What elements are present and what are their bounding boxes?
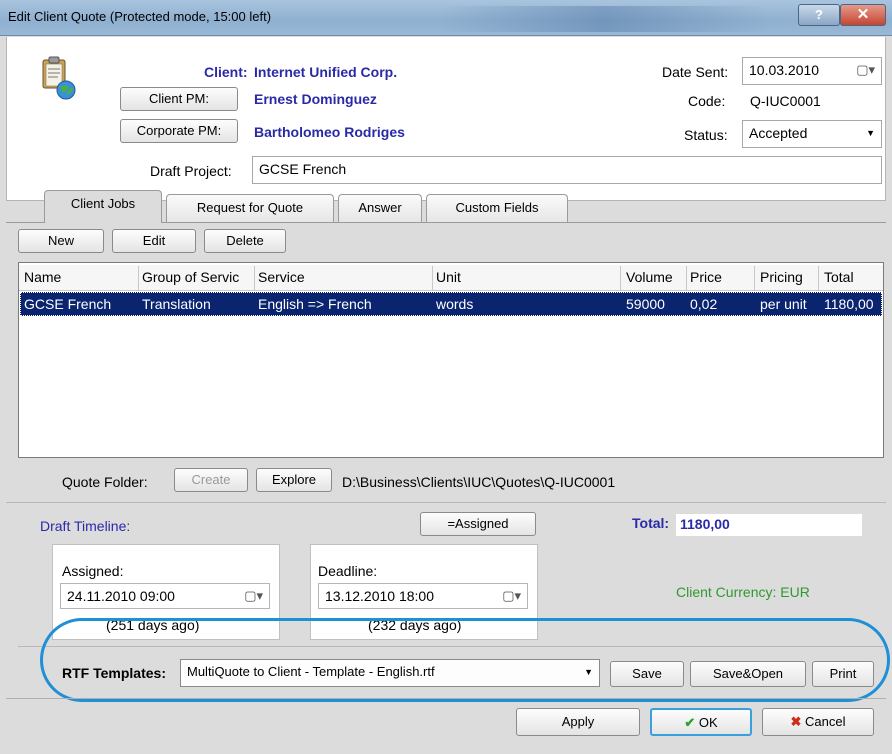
checkmark-icon: ✔: [684, 715, 696, 730]
close-button[interactable]: ✕: [840, 4, 886, 26]
date-sent-value: 10.03.2010: [749, 62, 820, 78]
deadline-date-input[interactable]: 13.12.2010 18:00 ▢▾: [318, 583, 528, 609]
delete-button[interactable]: Delete: [204, 229, 286, 253]
column-header-volume[interactable]: Volume: [626, 269, 673, 285]
column-divider[interactable]: [432, 266, 433, 290]
tab-request-for-quote[interactable]: Request for Quote: [166, 194, 334, 222]
help-button[interactable]: ?: [798, 4, 840, 26]
column-divider[interactable]: [254, 266, 255, 290]
window-title: Edit Client Quote (Protected mode, 15:00…: [8, 9, 272, 24]
assigned-label: Assigned:: [62, 563, 124, 579]
column-divider[interactable]: [138, 266, 139, 290]
column-divider[interactable]: [754, 266, 755, 290]
column-header-pricing[interactable]: Pricing: [760, 269, 803, 285]
column-header-name[interactable]: Name: [24, 269, 61, 285]
assigned-date-input[interactable]: 24.11.2010 09:00 ▢▾: [60, 583, 270, 609]
title-bar-glass: [440, 6, 770, 32]
tab-answer[interactable]: Answer: [338, 194, 422, 222]
close-icon: ✕: [856, 6, 870, 23]
draft-project-label: Draft Project:: [150, 163, 232, 179]
status-select[interactable]: Accepted ▼: [742, 120, 882, 148]
status-value: Accepted: [749, 125, 808, 141]
column-divider[interactable]: [686, 266, 687, 290]
calendar-dropdown-icon[interactable]: ▢▾: [502, 584, 521, 608]
explore-folder-button[interactable]: Explore: [256, 468, 332, 492]
cell-price: 0,02: [690, 296, 718, 312]
total-label: Total:: [632, 515, 670, 531]
chevron-down-icon: ▼: [866, 128, 875, 138]
cancel-button[interactable]: ✖ Cancel: [762, 708, 874, 736]
client-currency: Client Currency: EUR: [676, 584, 810, 600]
draft-project-input[interactable]: GCSE French: [252, 156, 882, 184]
column-divider[interactable]: [620, 266, 621, 290]
set-assigned-button[interactable]: =Assigned: [420, 512, 536, 536]
calendar-dropdown-icon[interactable]: ▢▾: [244, 584, 263, 608]
cross-icon: ✖: [790, 714, 802, 729]
status-label: Status:: [684, 127, 728, 143]
column-header-service[interactable]: Service: [258, 269, 305, 285]
dialog-window: Edit Client Quote (Protected mode, 15:00…: [0, 0, 892, 754]
client-name[interactable]: Internet Unified Corp.: [254, 64, 397, 80]
corporate-pm-name[interactable]: Bartholomeo Rodriges: [254, 124, 405, 140]
divider: [6, 502, 886, 503]
tab-custom-fields[interactable]: Custom Fields: [426, 194, 568, 222]
ok-label: OK: [698, 715, 718, 730]
cell-total: 1180,00: [824, 296, 874, 312]
column-header-total[interactable]: Total: [824, 269, 854, 285]
column-header-group[interactable]: Group of Servic: [142, 269, 254, 285]
column-header-unit[interactable]: Unit: [436, 269, 461, 285]
deadline-label: Deadline:: [318, 563, 378, 579]
draft-timeline-title: Draft Timeline:: [40, 518, 131, 534]
code-value: Q-IUC0001: [750, 93, 821, 109]
cell-volume: 59000: [626, 296, 665, 312]
client-quote-icon: [40, 56, 76, 100]
tab-client-jobs[interactable]: Client Jobs: [44, 190, 162, 223]
apply-button[interactable]: Apply: [516, 708, 640, 736]
edit-button[interactable]: Edit: [112, 229, 196, 253]
cell-unit: words: [436, 296, 474, 312]
client-pm-button[interactable]: Client PM:: [120, 87, 238, 111]
client-pm-name[interactable]: Ernest Dominguez: [254, 91, 377, 107]
title-bar[interactable]: Edit Client Quote (Protected mode, 15:00…: [0, 0, 892, 36]
cell-pricing: per unit: [760, 296, 807, 312]
calendar-dropdown-icon[interactable]: ▢▾: [856, 58, 875, 82]
ok-button[interactable]: ✔ OK: [650, 708, 752, 736]
cell-name: GCSE French: [24, 296, 112, 312]
quote-folder-label: Quote Folder:: [62, 474, 148, 490]
client-label: Client:: [204, 64, 248, 80]
divider: [6, 698, 886, 699]
corporate-pm-button[interactable]: Corporate PM:: [120, 119, 238, 143]
total-value: 1180,00: [676, 514, 862, 536]
code-label: Code:: [688, 93, 726, 109]
column-divider[interactable]: [818, 266, 819, 290]
new-button[interactable]: New: [18, 229, 104, 253]
cancel-label: Cancel: [805, 714, 846, 729]
column-header-price[interactable]: Price: [690, 269, 722, 285]
cell-service: English => French: [258, 296, 372, 312]
date-sent-input[interactable]: 10.03.2010 ▢▾: [742, 57, 882, 85]
highlight-ellipse: [40, 618, 890, 702]
date-sent-label: Date Sent:: [662, 64, 729, 80]
assigned-date-value: 24.11.2010 09:00: [67, 588, 175, 604]
cell-group: Translation: [142, 296, 211, 312]
create-folder-button[interactable]: Create: [174, 468, 248, 492]
deadline-date-value: 13.12.2010 18:00: [325, 588, 434, 604]
quote-folder-path: D:\Business\Clients\IUC\Quotes\Q-IUC0001: [342, 474, 616, 490]
